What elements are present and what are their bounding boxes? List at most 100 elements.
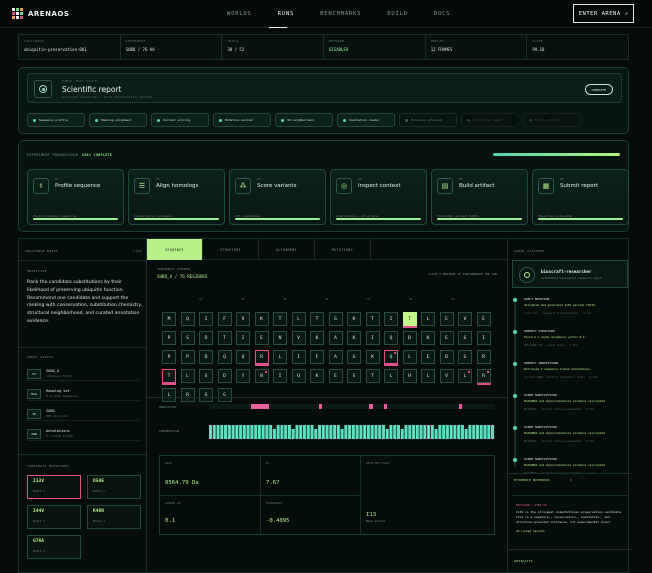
residue-66[interactable]: T [365,369,380,383]
residue-61[interactable]: I [273,369,287,383]
residue-34[interactable]: E [439,331,454,345]
report-tab-2[interactable]: Variant scoring [151,113,209,127]
annotation-track[interactable] [209,404,495,409]
residue-22[interactable]: T [217,331,232,345]
residue-42[interactable]: R [254,350,269,366]
candidate-i44v[interactable]: I44V BLOCK 3 [27,505,81,529]
residue-64[interactable]: E [328,369,343,383]
residue-25[interactable]: N [273,331,287,345]
input-asset-0[interactable]: FA SUBQ_A reference FASTA [27,367,139,381]
notebook-links[interactable]: 10 linked results [516,529,545,533]
residue-52[interactable]: D [439,350,454,364]
report-tab-5[interactable]: Annotation reader [337,113,395,127]
progression-step-1[interactable]: ⚕ 01 Profile sequence Physicochemical basel… [27,169,124,225]
report-tab-3[interactable]: Mutation builder [213,113,271,127]
residue-8[interactable]: L [291,312,306,326]
residue-74[interactable]: R [180,388,195,402]
residue-6[interactable]: K [254,312,269,326]
candidate-k48r[interactable]: K48R BLOCK 4 [87,505,141,529]
residue-33[interactable]: K [421,331,435,345]
progression-step-2[interactable]: ☰ 02 Align homologs Conservation evidence [128,169,225,225]
residue-68[interactable]: H [402,369,417,383]
residue-12[interactable]: T [365,312,380,326]
residue-1[interactable]: M [162,312,176,326]
residue-16[interactable]: E [439,312,454,326]
residue-46[interactable]: A [328,350,343,364]
tab-alignment[interactable]: ALIGNMENT [259,239,315,260]
residue-36[interactable]: I [476,331,491,345]
residue-49[interactable]: Q [384,350,398,366]
residue-26[interactable]: V [291,331,306,345]
candidate-d58e[interactable]: D58E BLOCK 2 [87,475,141,499]
residue-65[interactable]: S [347,369,361,383]
residue-11[interactable]: K [347,312,361,326]
input-asset-2[interactable]: 3D SUBQ PDB structure [27,407,139,421]
conservation-track[interactable] [209,425,495,439]
residue-40[interactable]: Q [217,350,232,364]
residue-54[interactable]: R [476,350,491,364]
residue-69[interactable]: L [421,369,435,383]
input-asset-3[interactable]: ANN Annotations 5 curated tracks [27,427,139,441]
residue-55[interactable]: T [162,369,176,385]
residue-18[interactable]: E [476,312,491,326]
nav-link-benchmarks[interactable]: BENCHMARKS [320,11,361,17]
residue-45[interactable]: F [310,350,324,364]
residue-37[interactable]: P [162,350,176,364]
progression-step-5[interactable]: ▤ 05 Build artifact Validated variant FASTA [431,169,528,225]
brand-logo[interactable]: ARENAOS [12,8,69,19]
tab-mutations[interactable]: MUTATIONS [315,239,371,260]
residue-4[interactable]: F [217,312,232,326]
progression-step-4[interactable]: ◎ 04 Inspect context Annotations + structur… [330,169,427,225]
residue-47[interactable]: G [347,350,361,364]
residue-5[interactable]: V [236,312,250,326]
residue-15[interactable]: L [421,312,435,326]
residue-53[interactable]: G [458,350,472,364]
residue-19[interactable]: P [162,331,176,345]
residue-29[interactable]: K [347,331,361,345]
residue-9[interactable]: T [310,312,324,326]
report-tab-0[interactable]: Sequence profile [27,113,85,127]
residue-23[interactable]: I [236,331,250,345]
residue-56[interactable]: L [180,369,195,383]
residue-73[interactable]: L [162,388,176,402]
residue-59[interactable]: Y [236,369,250,383]
nav-link-docs[interactable]: DOCS [434,11,450,17]
residue-3[interactable]: I [199,312,213,326]
residue-28[interactable]: A [328,331,343,345]
residue-32[interactable]: D [402,331,417,345]
report-tab-8[interactable]: Final artifact [523,113,581,127]
residue-71[interactable]: L [458,369,472,383]
tab-structure[interactable]: STRUCTURE [203,239,259,260]
report-tab-7[interactable]: Validation report [461,113,519,127]
report-tab-4[interactable]: 3D neighborhood [275,113,333,127]
input-asset-1[interactable]: MSA Homolog set 8 aligned sequences [27,387,139,401]
progression-step-3[interactable]: ⁂ 03 Score variants C15 candidates [229,169,326,225]
report-tab-6[interactable]: Evidence notebook [399,113,457,127]
residue-62[interactable]: Q [291,369,306,383]
candidate-g76a[interactable]: G76A BLOCK 5 [27,535,81,559]
enter-arena-button[interactable]: ENTER ARENA ↗ [573,4,634,23]
nav-link-runs[interactable]: RUNS [278,11,294,17]
residue-51[interactable]: E [421,350,435,364]
residue-31[interactable]: Q [384,331,398,345]
residue-39[interactable]: D [199,350,213,364]
residue-70[interactable]: V [439,369,454,383]
residue-44[interactable]: I [291,350,306,364]
tab-sequence[interactable]: SEQUENCE [147,239,203,260]
residue-63[interactable]: K [310,369,324,383]
residue-50[interactable]: L [402,350,417,364]
residue-21[interactable]: D [199,331,213,345]
report-tab-1[interactable]: Homolog alignment [89,113,147,127]
candidate-i13v[interactable]: I13V BLOCK 1 [27,475,81,499]
residue-58[interactable]: D [217,369,232,383]
residue-76[interactable]: G [217,388,232,402]
residue-14[interactable]: T [402,312,417,328]
residue-43[interactable]: L [273,350,287,364]
progression-step-6[interactable]: ▦ 06 Submit report Objective evaluated [532,169,629,225]
residue-13[interactable]: I [384,312,398,326]
residue-30[interactable]: I [365,331,380,345]
residue-27[interactable]: K [310,331,324,345]
residue-17[interactable]: V [458,312,472,326]
residue-38[interactable]: P [180,350,195,364]
residue-75[interactable]: G [199,388,213,402]
